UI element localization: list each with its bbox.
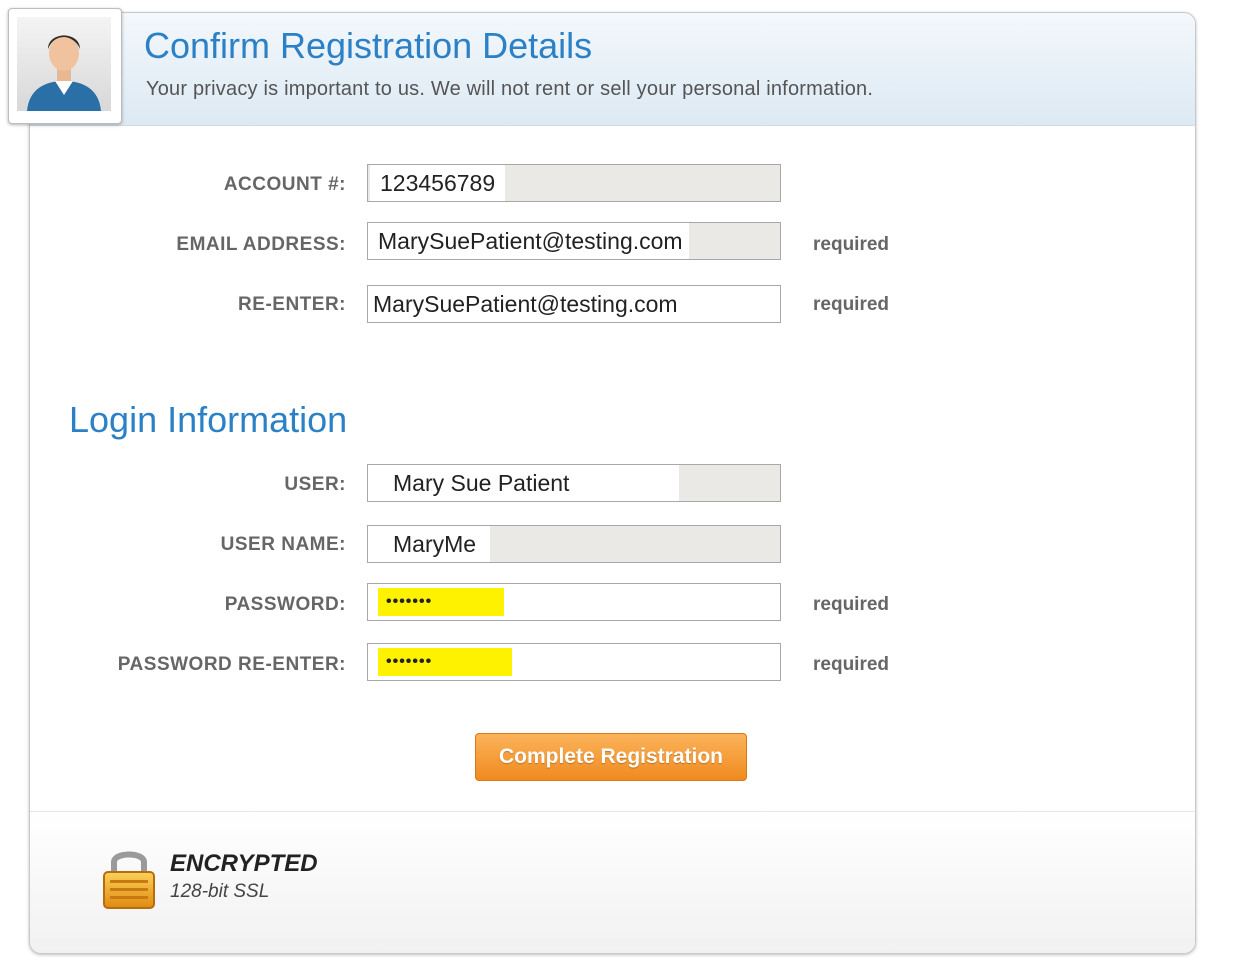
email-required-hint: required (813, 234, 890, 255)
username-label: USER NAME: (220, 534, 346, 555)
account-number-field: 123456789 (367, 164, 781, 202)
password-highlight: ••••••• (378, 588, 504, 616)
username-field: MaryMe (367, 525, 781, 563)
password-reenter-field[interactable]: ••••••• (367, 643, 781, 681)
password-reenter-highlight: ••••••• (378, 648, 512, 676)
email-reenter-value: MarySuePatient@testing.com (373, 291, 678, 317)
password-reenter-label: PASSWORD RE-ENTER: (117, 654, 346, 675)
email-address-value: MarySuePatient@testing.com (368, 223, 689, 259)
page-title: Confirm Registration Details (144, 25, 593, 66)
email-reenter-label: RE-ENTER: (238, 294, 346, 315)
login-information-heading: Login Information (69, 399, 348, 440)
user-label: USER: (284, 474, 346, 495)
user-field: Mary Sue Patient (367, 464, 781, 502)
padlock-icon (103, 851, 155, 909)
privacy-notice: Your privacy is important to us. We will… (146, 78, 874, 100)
email-reenter-field[interactable]: MarySuePatient@testing.com (367, 285, 781, 323)
email-address-field[interactable]: MarySuePatient@testing.com (367, 222, 781, 260)
password-field[interactable]: ••••••• (367, 583, 781, 621)
password-required-hint: required (813, 594, 890, 615)
email-reenter-required-hint: required (813, 294, 890, 315)
email-address-label: EMAIL ADDRESS: (176, 234, 346, 255)
account-number-value: 123456789 (370, 165, 506, 201)
password-label: PASSWORD: (224, 594, 346, 615)
password-reenter-required-hint: required (813, 654, 890, 675)
password-value: ••••••• (386, 593, 433, 610)
user-avatar-icon (8, 8, 122, 124)
account-number-label: ACCOUNT #: (223, 174, 346, 195)
username-value: MaryMe (368, 526, 491, 562)
password-reenter-value: ••••••• (386, 653, 433, 670)
complete-registration-button[interactable]: Complete Registration (475, 733, 747, 781)
user-value: Mary Sue Patient (368, 465, 680, 501)
encryption-subtitle: 128-bit SSL (170, 881, 270, 902)
encryption-title: ENCRYPTED (170, 850, 318, 877)
